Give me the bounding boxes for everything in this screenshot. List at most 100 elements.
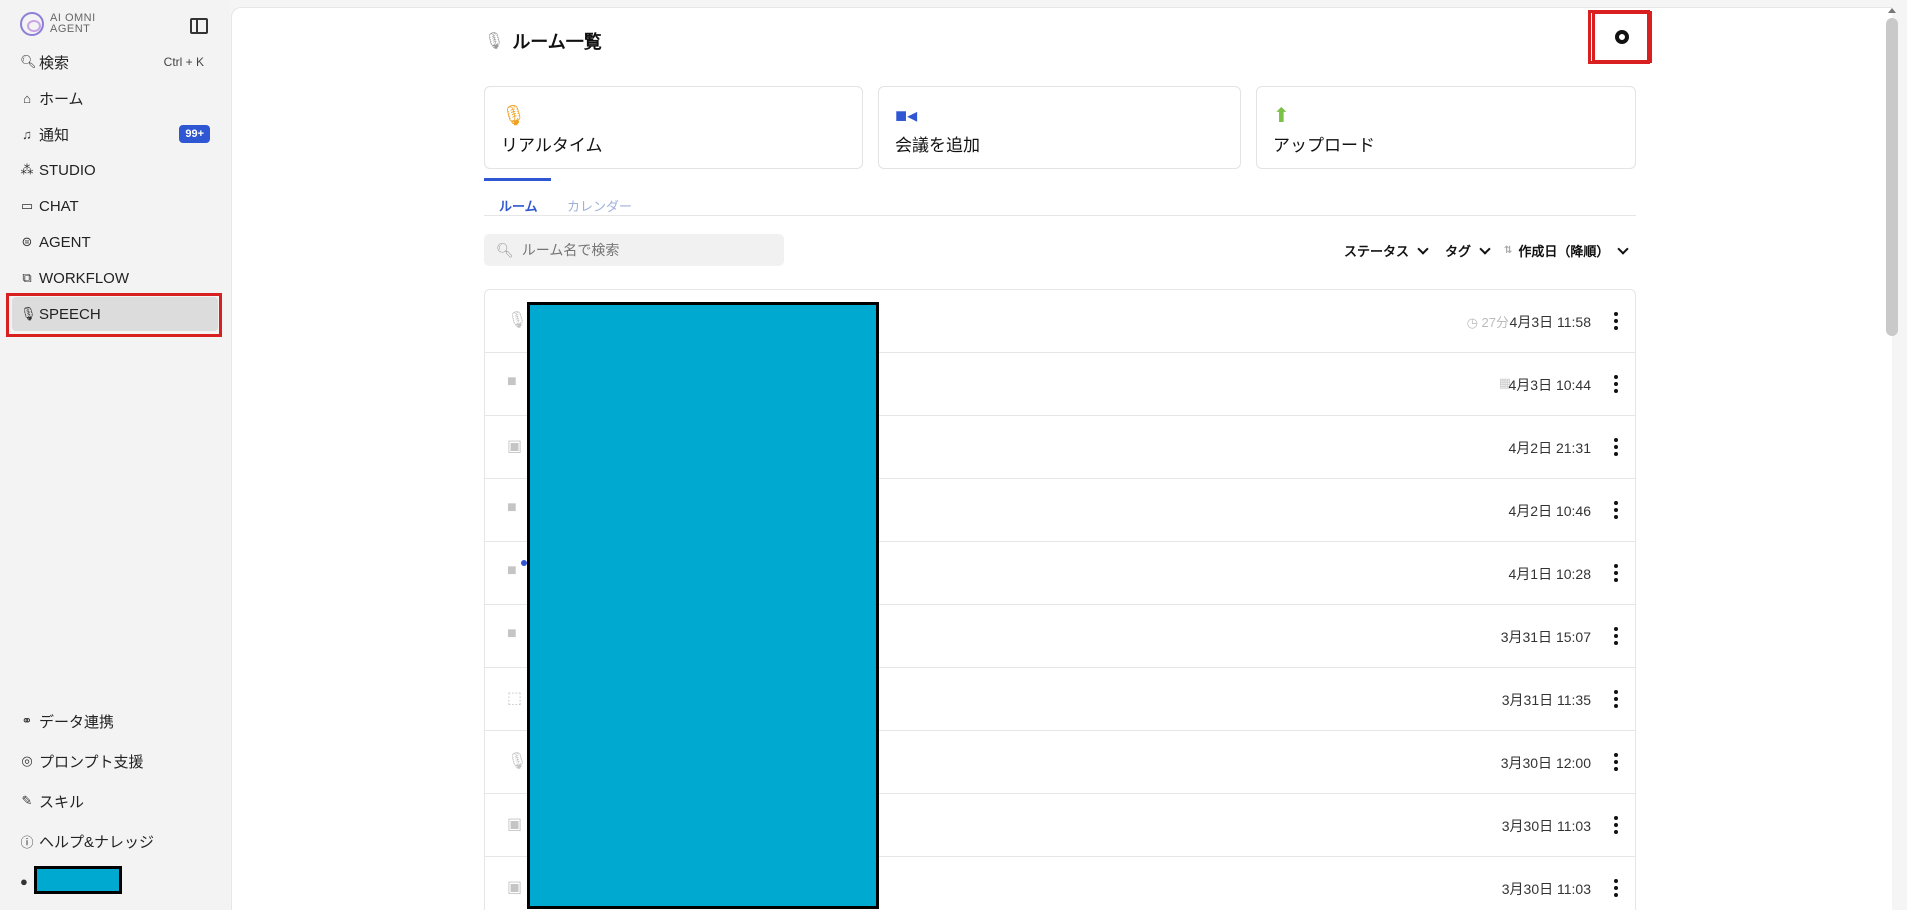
help-icon: ⓘ <box>20 834 34 850</box>
more-options-icon[interactable] <box>1613 816 1619 834</box>
upload-icon: ⬆ <box>1273 105 1290 127</box>
video-icon: ■◂ <box>895 105 918 127</box>
sidebar-item-label: ヘルプ&ナレッジ <box>39 833 155 851</box>
more-options-icon[interactable] <box>1613 438 1619 456</box>
status-filter-label: ステータス <box>1344 244 1410 259</box>
sort-filter[interactable]: ⇅ 作成日（降順） <box>1504 241 1630 260</box>
sidebar-item-agent[interactable]: ⊜ AGENT <box>12 225 218 259</box>
video-icon: ■ <box>507 562 517 579</box>
media-file-icon: ▣ <box>507 816 523 833</box>
sidebar-item-label: 通知 <box>39 126 70 144</box>
more-options-icon[interactable] <box>1613 690 1619 708</box>
workflow-icon: ⧉ <box>22 270 32 285</box>
scrollbar-thumb[interactable] <box>1886 18 1898 336</box>
search-shortcut: Ctrl + K <box>163 55 204 69</box>
created-date: 4月3日 10:44 <box>1508 377 1592 393</box>
page-title: ルーム一覧 <box>512 32 602 52</box>
settings-highlight-box <box>1588 10 1650 64</box>
created-date: 3月30日 11:03 <box>1501 881 1591 897</box>
created-date: 3月31日 15:07 <box>1500 629 1591 645</box>
mic-icon: 🎙︎ <box>484 33 505 50</box>
created-date: 4月3日 11:58 <box>1509 314 1591 330</box>
search-icon: 🔍︎ <box>496 241 514 258</box>
sidebar-item-label: WORKFLOW <box>39 269 129 287</box>
sort-icon: ⇅ <box>1504 245 1513 256</box>
created-date: 4月2日 10:46 <box>1508 503 1592 519</box>
card-label: リアルタイム <box>501 136 603 155</box>
video-icon: ■ <box>507 625 517 642</box>
card-label: アップロード <box>1273 136 1375 155</box>
sidebar: AI OMNI AGENT 🔍︎ 検索 Ctrl + K ⌂ ホーム ♫ 通知 … <box>0 0 230 910</box>
more-options-icon[interactable] <box>1613 501 1619 519</box>
notification-count-badge: 99+ <box>179 125 210 143</box>
draft-icon: ⬚ <box>507 690 523 707</box>
sidebar-item-label: ホーム <box>39 90 84 108</box>
main-panel: 🎙︎ ルーム一覧 🎙︎ リアルタイム ■◂ 会議を追加 ⬆ アップロード ルーム… <box>231 7 1892 910</box>
more-options-icon[interactable] <box>1613 375 1619 393</box>
sidebar-item-prompt-support[interactable]: ◎ プロンプト支援 <box>12 744 218 778</box>
tag-filter-label: タグ <box>1445 244 1472 259</box>
sidebar-item-help[interactable]: ⓘ ヘルプ&ナレッジ <box>12 824 218 858</box>
sidebar-item-label: STUDIO <box>39 161 96 179</box>
video-icon: ■ <box>507 499 517 516</box>
tab-room[interactable]: ルーム <box>499 196 538 215</box>
sidebar-item-home[interactable]: ⌂ ホーム <box>12 81 218 115</box>
redacted-username <box>34 866 122 894</box>
duration-label: ◷ 27分 <box>1466 315 1509 330</box>
logo-text: AI OMNI AGENT <box>50 12 96 35</box>
speech-highlight-box <box>6 293 222 337</box>
more-options-icon[interactable] <box>1613 879 1619 897</box>
user-account[interactable]: ● <box>12 864 32 898</box>
sidebar-search-label: 検索 <box>39 54 70 72</box>
sidebar-item-workflow[interactable]: ⧉ WORKFLOW <box>12 261 218 295</box>
sidebar-toggle-icon[interactable] <box>190 18 208 34</box>
created-date: 3月30日 11:03 <box>1501 818 1591 834</box>
view-tabs: ルーム カレンダー <box>484 178 1636 216</box>
sidebar-item-label: CHAT <box>39 197 79 215</box>
sidebar-search[interactable]: 🔍︎ 検索 Ctrl + K <box>12 45 218 79</box>
tab-calendar[interactable]: カレンダー <box>567 196 632 215</box>
sidebar-item-chat[interactable]: ▭ CHAT <box>12 189 218 223</box>
sidebar-item-label: プロンプト支援 <box>39 753 144 771</box>
user-icon: ● <box>20 873 28 889</box>
studio-icon: ⁂ <box>20 162 34 177</box>
home-icon: ⌂ <box>23 90 31 106</box>
sidebar-item-label: スキル <box>39 793 85 811</box>
created-date: 4月2日 21:31 <box>1508 440 1592 456</box>
more-options-icon[interactable] <box>1613 312 1619 330</box>
sidebar-item-label: データ連携 <box>39 713 115 731</box>
mic-icon: 🎙︎ <box>507 753 528 770</box>
room-search-input[interactable] <box>521 242 772 258</box>
video-icon: ■ <box>507 373 517 390</box>
sidebar-item-data-integration[interactable]: ⚭ データ連携 <box>12 704 218 738</box>
chevron-down-icon <box>1617 242 1630 255</box>
chat-icon: ▭ <box>20 198 34 213</box>
sidebar-item-notifications[interactable]: ♫ 通知 99+ <box>12 117 218 151</box>
created-date: 4月1日 10:28 <box>1508 566 1592 582</box>
more-options-icon[interactable] <box>1613 627 1619 645</box>
scroll-up-arrow[interactable] <box>1888 8 1896 13</box>
media-file-icon: ▣ <box>507 879 523 896</box>
realtime-card[interactable]: 🎙︎ リアルタイム <box>484 86 863 169</box>
more-options-icon[interactable] <box>1613 564 1619 582</box>
mic-icon: 🎙︎ <box>507 312 528 329</box>
tag-filter[interactable]: タグ <box>1445 241 1491 260</box>
created-date: 3月30日 12:00 <box>1500 755 1591 771</box>
add-meeting-card[interactable]: ■◂ 会議を追加 <box>878 86 1241 169</box>
sidebar-item-skills[interactable]: ✎ スキル <box>12 784 218 818</box>
page-header: 🎙︎ ルーム一覧 <box>484 28 602 54</box>
sidebar-item-label: AGENT <box>39 233 91 251</box>
sort-filter-label: 作成日（降順） <box>1518 244 1610 259</box>
more-options-icon[interactable] <box>1613 753 1619 771</box>
app-logo[interactable]: AI OMNI AGENT <box>20 12 120 36</box>
status-filter[interactable]: ステータス <box>1344 241 1429 260</box>
upload-card[interactable]: ⬆ アップロード <box>1256 86 1636 169</box>
prompt-icon: ◎ <box>21 753 33 768</box>
redacted-room-names <box>527 302 879 909</box>
agent-icon: ⊜ <box>21 234 33 249</box>
media-file-icon: ▣ <box>507 438 523 455</box>
sidebar-item-studio[interactable]: ⁂ STUDIO <box>12 153 218 187</box>
search-icon: 🔍︎ <box>20 54 37 69</box>
bell-icon: ♫ <box>22 126 32 142</box>
logo-icon <box>20 12 44 36</box>
